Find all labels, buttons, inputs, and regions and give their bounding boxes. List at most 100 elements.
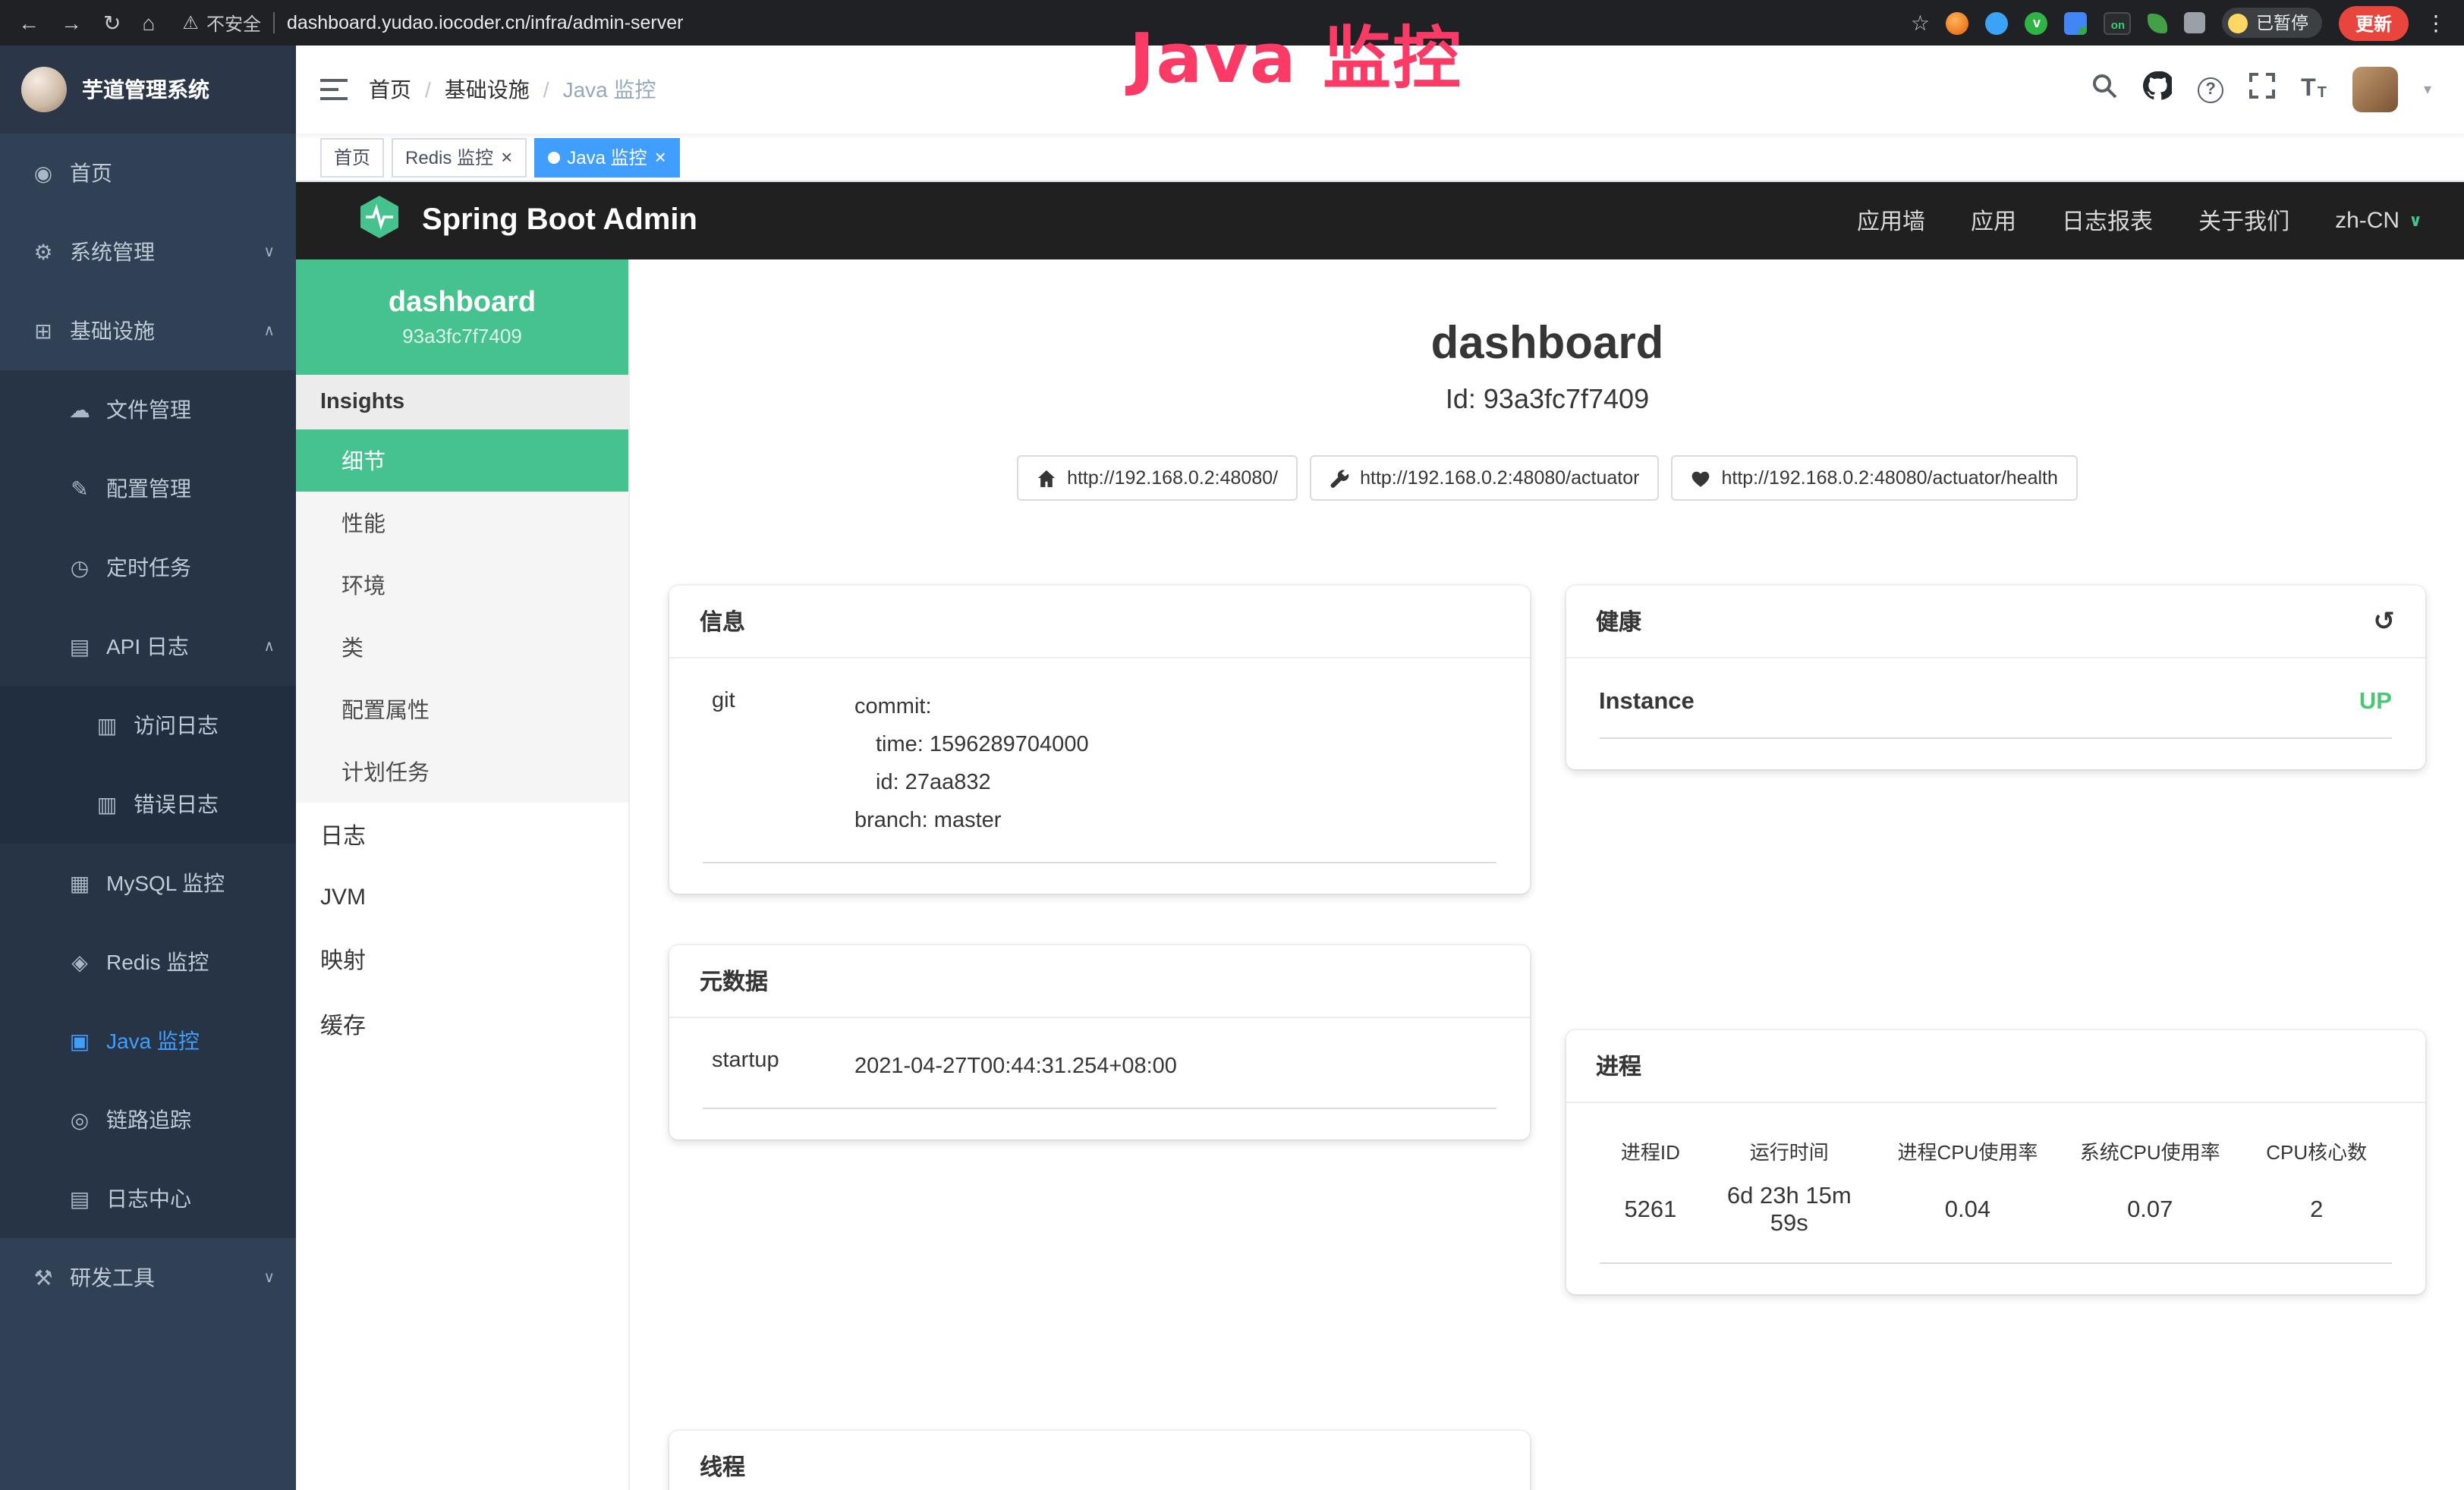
chevron-down-icon[interactable]: ▾ — [2424, 81, 2431, 98]
url-divider — [273, 12, 275, 33]
breadcrumb-separator: / — [425, 77, 431, 102]
forward-icon[interactable]: → — [61, 12, 82, 33]
instance-links: http://192.168.0.2:48080/ http://192.168… — [630, 455, 2464, 501]
monitor-icon: ▣ — [67, 1028, 93, 1054]
browser-menu-icon[interactable]: ⋮ — [2425, 10, 2447, 36]
sba-nav-journal[interactable]: 日志报表 — [2062, 205, 2153, 237]
breadcrumb-home[interactable]: 首页 — [369, 74, 411, 105]
spring-boot-admin-app: Spring Boot Admin 应用墙 应用 日志报表 关于我们 zh-CN… — [296, 182, 2464, 1490]
metadata-row-startup: startup 2021-04-27T00:44:31.254+08:00 — [703, 1048, 1496, 1109]
gear-icon: ⚙ — [30, 239, 56, 265]
tab-home[interactable]: 首页 — [320, 137, 384, 177]
warning-icon: ⚠ — [182, 12, 199, 33]
sidebar-item-java-monitor[interactable]: ▣ Java 监控 — [0, 1001, 296, 1080]
sidebar-item-log-center[interactable]: ▤ 日志中心 — [0, 1159, 296, 1238]
close-icon[interactable]: × — [655, 147, 666, 167]
sba-item-classes[interactable]: 类 — [296, 616, 628, 678]
security-warning[interactable]: ⚠ 不安全 — [182, 10, 261, 36]
admin-main: 首页 / 基础设施 / Java 监控 ? — [296, 46, 2464, 1490]
breadcrumb-infrastructure[interactable]: 基础设施 — [445, 74, 530, 105]
extensions-puzzle-icon[interactable] — [2185, 12, 2206, 33]
url-bar[interactable]: ⚠ 不安全 dashboard.yudao.iocoder.cn/infra/a… — [182, 10, 1889, 36]
sba-header: Spring Boot Admin 应用墙 应用 日志报表 关于我们 zh-CN… — [296, 182, 2464, 259]
sidebar-item-config-management[interactable]: ✎ 配置管理 — [0, 449, 296, 528]
sba-nav-applications[interactable]: 应用 — [1971, 205, 2016, 237]
extension-icon-on-switch[interactable]: on — [2104, 11, 2132, 34]
sidebar-item-trace[interactable]: ◎ 链路追踪 — [0, 1080, 296, 1159]
sba-nav-about[interactable]: 关于我们 — [2198, 205, 2289, 237]
sidebar-item-access-logs[interactable]: ▥ 访问日志 — [0, 686, 296, 765]
sba-item-scheduled-tasks[interactable]: 计划任务 — [296, 740, 628, 803]
extension-icon-grid[interactable] — [2065, 11, 2088, 34]
app-shell: 芋道管理系统 ◉ 首页 ⚙ 系统管理 ∨ ⊞ 基础设施 ∧ ☁ 文件管理 ✎ — [0, 46, 2464, 1490]
extension-icon-leaf[interactable] — [2148, 13, 2168, 33]
card-title: 线程 — [669, 1431, 1529, 1490]
sidebar-item-scheduled-tasks[interactable]: ◷ 定时任务 — [0, 528, 296, 607]
sidebar-item-api-logs[interactable]: ▤ API 日志 ∧ — [0, 607, 296, 686]
health-url-link[interactable]: http://192.168.0.2:48080/actuator/health — [1671, 455, 2077, 501]
help-icon[interactable]: ? — [2198, 77, 2223, 102]
history-icon[interactable]: ↺ — [2374, 608, 2396, 634]
locale-selector[interactable]: zh-CN ∨ — [2335, 208, 2422, 234]
sidebar-item-file-management[interactable]: ☁ 文件管理 — [0, 370, 296, 449]
browser-update-button[interactable]: 更新 — [2339, 5, 2409, 40]
browser-home-icon[interactable]: ⌂ — [142, 12, 155, 33]
extension-icon-fox[interactable] — [1946, 11, 1969, 34]
sba-nav-wallboard[interactable]: 应用墙 — [1857, 205, 1925, 237]
database-icon: ▦ — [67, 870, 93, 896]
sba-instance-sidebar: dashboard 93a3fc7f7409 Insights 细节 性能 环境… — [296, 259, 630, 1490]
sidebar-item-redis-monitor[interactable]: ◈ Redis 监控 — [0, 923, 296, 1001]
fullscreen-icon[interactable] — [2249, 73, 2275, 106]
card-title: 信息 — [669, 586, 1529, 659]
sidebar-item-error-logs[interactable]: ▥ 错误日志 — [0, 765, 296, 844]
url-text: dashboard.yudao.iocoder.cn/infra/admin-s… — [287, 12, 684, 33]
search-icon[interactable] — [2091, 73, 2117, 106]
tab-redis-monitor[interactable]: Redis 监控 × — [392, 137, 526, 177]
back-icon[interactable]: ← — [18, 12, 39, 33]
service-url-link[interactable]: http://192.168.0.2:48080/ — [1017, 455, 1298, 501]
edit-icon: ✎ — [67, 476, 93, 501]
sba-item-metrics[interactable]: 性能 — [296, 492, 628, 554]
sba-item-config-props[interactable]: 配置属性 — [296, 678, 628, 740]
sba-item-jvm[interactable]: JVM — [296, 868, 628, 927]
extension-icon-vue[interactable]: v — [2025, 11, 2048, 34]
info-row-git: git commit: time: 1596289704000 id: 27aa… — [703, 689, 1496, 863]
tab-java-monitor[interactable]: Java 监控 × — [533, 137, 680, 177]
sba-brand-title[interactable]: Spring Boot Admin — [422, 203, 697, 238]
close-icon[interactable]: × — [501, 147, 512, 167]
tab-label: Redis 监控 — [405, 144, 493, 170]
sba-item-details[interactable]: 细节 — [296, 429, 628, 492]
actuator-url-link[interactable]: http://192.168.0.2:48080/actuator — [1310, 455, 1659, 501]
spring-boot-admin-logo-icon[interactable] — [357, 194, 402, 247]
sidebar-item-home[interactable]: ◉ 首页 — [0, 134, 296, 212]
sba-group-insights[interactable]: Insights — [296, 375, 628, 429]
text-size-icon[interactable]: TT — [2301, 77, 2327, 102]
app-logo[interactable]: 芋道管理系统 — [0, 46, 296, 134]
annotation-java-monitor: Java 监控 — [1129, 3, 1462, 102]
smiley-icon — [2229, 13, 2248, 33]
sba-item-mappings[interactable]: 映射 — [296, 927, 628, 992]
github-icon[interactable] — [2143, 71, 2172, 108]
reload-icon[interactable]: ↻ — [103, 12, 121, 33]
metadata-card: 元数据 startup 2021-04-27T00:44:31.254+08:0… — [669, 945, 1529, 1140]
sidebar-item-infrastructure[interactable]: ⊞ 基础设施 ∧ — [0, 291, 296, 370]
sba-body: dashboard 93a3fc7f7409 Insights 细节 性能 环境… — [296, 259, 2464, 1490]
sba-item-loggers[interactable]: 日志 — [296, 803, 628, 868]
paused-badge[interactable]: 已暂停 — [2223, 8, 2322, 38]
breadcrumb-current: Java 监控 — [563, 74, 656, 105]
clock-icon: ◷ — [67, 555, 93, 580]
sidebar-item-dev-tools[interactable]: ⚒ 研发工具 ∨ — [0, 1238, 296, 1317]
avatar[interactable] — [2352, 67, 2398, 112]
sidebar-item-mysql-monitor[interactable]: ▦ MySQL 监控 — [0, 844, 296, 923]
bookmark-star-icon[interactable]: ☆ — [1911, 12, 1930, 33]
sba-main-content: dashboard Id: 93a3fc7f7409 http://192.16… — [630, 259, 2464, 1490]
sba-item-caches[interactable]: 缓存 — [296, 992, 628, 1058]
instance-selector[interactable]: dashboard 93a3fc7f7409 — [296, 259, 628, 375]
extension-icon-pin[interactable] — [1986, 11, 2009, 34]
sba-item-environment[interactable]: 环境 — [296, 554, 628, 616]
process-pid: 5261 — [1599, 1168, 1702, 1263]
sidebar-item-system-management[interactable]: ⚙ 系统管理 ∨ — [0, 212, 296, 291]
health-card: 健康 ↺ Instance UP — [1566, 586, 2425, 769]
hamburger-icon[interactable] — [320, 79, 348, 100]
cpu-cores: 2 — [2241, 1168, 2392, 1263]
